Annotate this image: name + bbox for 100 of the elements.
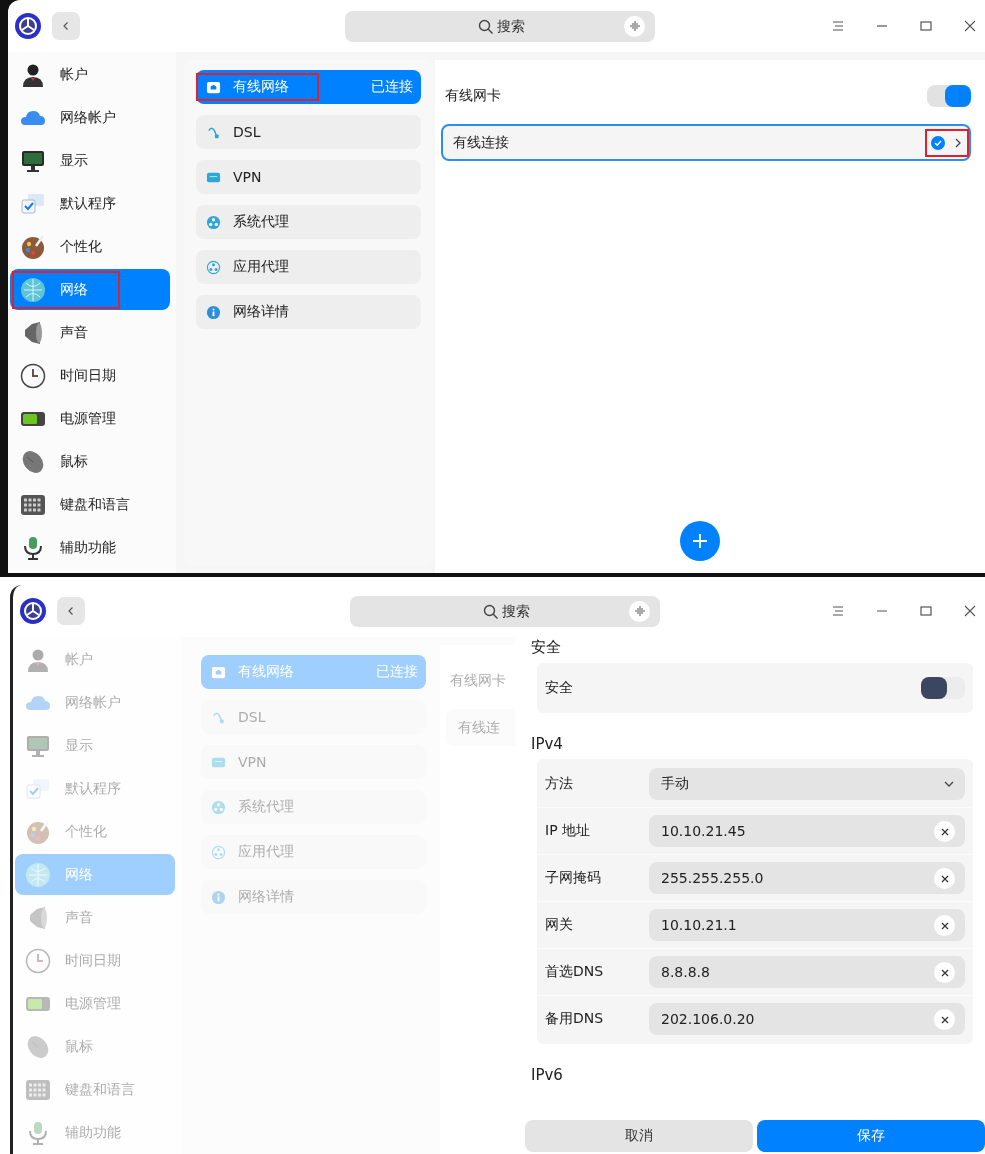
sidebar-label: 鼠标	[65, 1037, 93, 1056]
section-heading: IPv4	[531, 734, 564, 755]
menu-label: 有线网络	[233, 78, 289, 96]
section-label: 有线网卡	[450, 672, 506, 690]
network-menu-item[interactable]: 系统代理	[196, 205, 421, 239]
field-label: 网关	[545, 916, 574, 934]
info-icon	[211, 889, 226, 905]
close-icon[interactable]	[963, 19, 977, 33]
sidebar-label: 网络帐户	[60, 108, 116, 127]
menu-label: 网络详情	[238, 888, 294, 906]
sidebar-label: 网络	[65, 865, 93, 884]
connection-name: 有线连	[458, 718, 500, 737]
sidebar-label: 电源管理	[65, 994, 121, 1013]
connection-item[interactable]: 有线连接	[441, 124, 971, 161]
plus-icon	[691, 532, 709, 550]
sidebar-label: 网络	[60, 280, 88, 299]
chevron-left-icon	[61, 21, 71, 31]
back-button[interactable]	[52, 12, 80, 40]
network-menu-item[interactable]: 应用代理	[196, 250, 421, 284]
field-label: 备用DNS	[545, 1010, 605, 1028]
sidebar-item[interactable]: 默认程序	[10, 183, 170, 224]
ethernet-icon	[206, 79, 221, 95]
sidebar-label: 电源管理	[60, 409, 116, 428]
chevron-left-icon	[66, 606, 76, 616]
search-icon	[478, 18, 494, 35]
menu-label: 有线网络	[238, 663, 294, 681]
sidebar-label: 个性化	[60, 237, 102, 256]
sidebar-label: 键盘和语言	[60, 495, 130, 514]
status-label: 已连接	[371, 78, 413, 96]
nodes-icon	[211, 844, 226, 860]
close-icon[interactable]	[963, 604, 977, 618]
sidebar-label: 显示	[60, 151, 88, 170]
sidebar-item[interactable]: 鼠标	[10, 441, 170, 482]
sidebar-item[interactable]: 网络帐户	[10, 97, 170, 138]
sidebar-item[interactable]: 键盘和语言	[10, 484, 170, 525]
network-menu-item[interactable]: DSL	[196, 115, 421, 149]
sidebar-item[interactable]: 声音	[10, 312, 170, 353]
sidebar-item[interactable]: 网络	[10, 269, 170, 310]
sidebar-item[interactable]: 帐户	[10, 54, 170, 95]
network-menu-item[interactable]: VPN	[196, 160, 421, 194]
palette-icon	[20, 233, 46, 260]
proxy-icon	[211, 799, 226, 815]
search-field[interactable]: 搜索	[345, 10, 655, 42]
menu-icon[interactable]	[831, 19, 845, 33]
waveform-icon	[628, 20, 641, 32]
sidebar-label: 辅助功能	[65, 1123, 121, 1142]
x-icon	[940, 1015, 949, 1024]
x-icon	[940, 921, 949, 930]
input-field[interactable]: 8.8.8.8	[649, 956, 965, 988]
add-button[interactable]	[680, 521, 720, 561]
mouse-icon	[25, 1033, 51, 1060]
menu-icon[interactable]	[831, 604, 845, 618]
sidebar-label: 时间日期	[60, 366, 116, 385]
sidebar-label: 声音	[65, 908, 93, 927]
globe-icon	[25, 861, 51, 888]
connection-name: 有线连接	[453, 133, 509, 152]
field-label: 安全	[545, 679, 574, 697]
menu-label: 系统代理	[233, 213, 289, 231]
input-field[interactable]: 255.255.255.0	[649, 862, 965, 894]
back-button[interactable]	[57, 597, 85, 625]
section-label: 有线网卡	[445, 87, 501, 105]
info-icon	[206, 304, 221, 320]
sidebar-item[interactable]: 时间日期	[10, 355, 170, 396]
proxy-icon	[206, 214, 221, 230]
sidebar-label: 个性化	[65, 822, 107, 841]
menu-label: DSL	[233, 124, 261, 140]
status-label: 已连接	[376, 663, 418, 681]
toggle-switch[interactable]	[921, 677, 965, 699]
sidebar-item[interactable]: 电源管理	[10, 398, 170, 439]
nodes-icon	[206, 259, 221, 275]
clock-icon	[25, 947, 51, 974]
input-field[interactable]: 10.10.21.1	[649, 909, 965, 941]
dropdown[interactable]: 手动	[649, 768, 965, 800]
sidebar-label: 鼠标	[60, 452, 88, 471]
ethernet-icon	[211, 664, 226, 680]
search-field[interactable]: 搜索	[350, 595, 660, 627]
toggle-switch[interactable]	[927, 85, 971, 107]
sidebar-label: 声音	[60, 323, 88, 342]
sidebar-label: 时间日期	[65, 951, 121, 970]
gear-logo-icon	[14, 12, 42, 40]
input-field[interactable]: 10.10.21.45	[649, 815, 965, 847]
mouse-icon	[20, 448, 46, 475]
save-button[interactable]: 保存	[757, 1120, 985, 1152]
sidebar-label: 键盘和语言	[65, 1080, 135, 1099]
input-field[interactable]: 202.106.0.20	[649, 1003, 965, 1035]
network-menu-item[interactable]: 有线网络 已连接	[196, 70, 421, 104]
menu-label: VPN	[233, 169, 262, 185]
maximize-icon[interactable]	[919, 604, 933, 618]
maximize-icon[interactable]	[919, 19, 933, 33]
sidebar-item[interactable]: 个性化	[10, 226, 170, 267]
sidebar-label: 显示	[65, 736, 93, 755]
sidebar-item[interactable]: 显示	[10, 140, 170, 181]
network-menu-item[interactable]: 网络详情	[196, 295, 421, 329]
x-icon	[940, 827, 949, 836]
sidebar-item[interactable]: 辅助功能	[10, 527, 170, 568]
menu-label: 应用代理	[233, 258, 289, 276]
sidebar-label: 帐户	[65, 650, 93, 669]
section-heading: 安全	[531, 637, 562, 658]
cancel-button[interactable]: 取消	[525, 1120, 753, 1152]
sidebar-label: 默认程序	[65, 779, 121, 798]
